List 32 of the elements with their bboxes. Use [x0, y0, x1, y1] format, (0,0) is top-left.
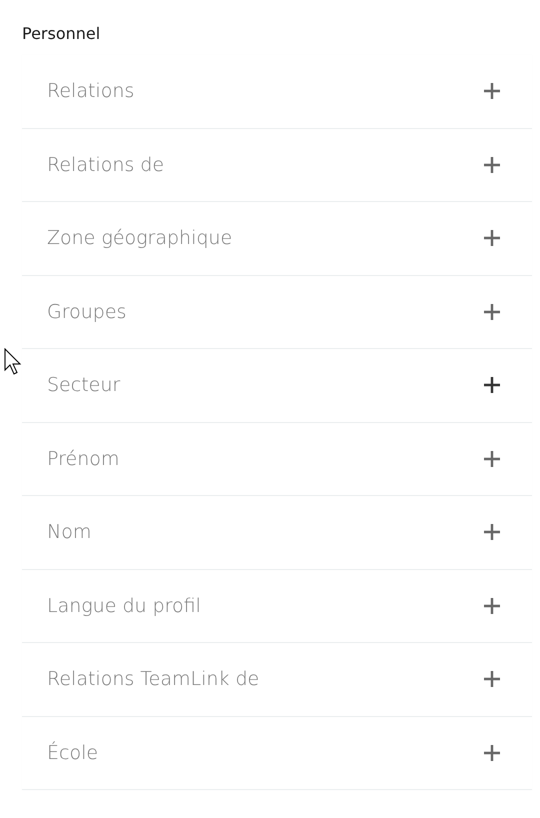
plus-icon[interactable] — [482, 375, 502, 396]
filter-label: Relations de — [47, 154, 164, 176]
plus-icon[interactable] — [482, 522, 502, 542]
section-title: Personnel — [22, 23, 102, 45]
filter-label: Langue du profil — [47, 594, 201, 617]
filter-row[interactable]: Relations de — [22, 128, 532, 202]
filter-label: Groupes — [47, 300, 126, 323]
filter-label: Relations — [47, 80, 134, 102]
filter-row[interactable]: Langue du profil — [22, 570, 532, 643]
filter-label: École — [47, 742, 98, 764]
filter-label: Nom — [47, 521, 92, 544]
filter-row[interactable]: Relations TeamLink de — [22, 643, 532, 716]
plus-icon[interactable] — [482, 596, 502, 616]
filter-row[interactable]: Prénom — [22, 422, 532, 496]
plus-icon[interactable] — [482, 302, 502, 322]
filter-label: Secteur — [47, 374, 120, 396]
filter-row[interactable]: Relations — [22, 55, 532, 128]
filter-label: Zone géographique — [47, 227, 232, 250]
plus-icon[interactable] — [482, 81, 502, 102]
filter-row[interactable]: Zone géographique — [22, 202, 532, 276]
filter-row[interactable]: École — [22, 716, 532, 790]
plus-icon[interactable] — [482, 154, 502, 175]
plus-icon[interactable] — [482, 448, 502, 469]
plus-icon[interactable] — [482, 669, 502, 690]
mouse-pointer-icon — [4, 348, 24, 376]
filter-row[interactable]: Nom — [22, 496, 532, 570]
plus-icon[interactable] — [482, 228, 502, 248]
filter-row[interactable]: Groupes — [22, 276, 532, 349]
plus-icon[interactable] — [482, 742, 502, 763]
filter-row[interactable]: Secteur — [22, 349, 532, 422]
filter-label: Relations TeamLink de — [47, 668, 260, 690]
filter-label: Prénom — [47, 448, 120, 470]
